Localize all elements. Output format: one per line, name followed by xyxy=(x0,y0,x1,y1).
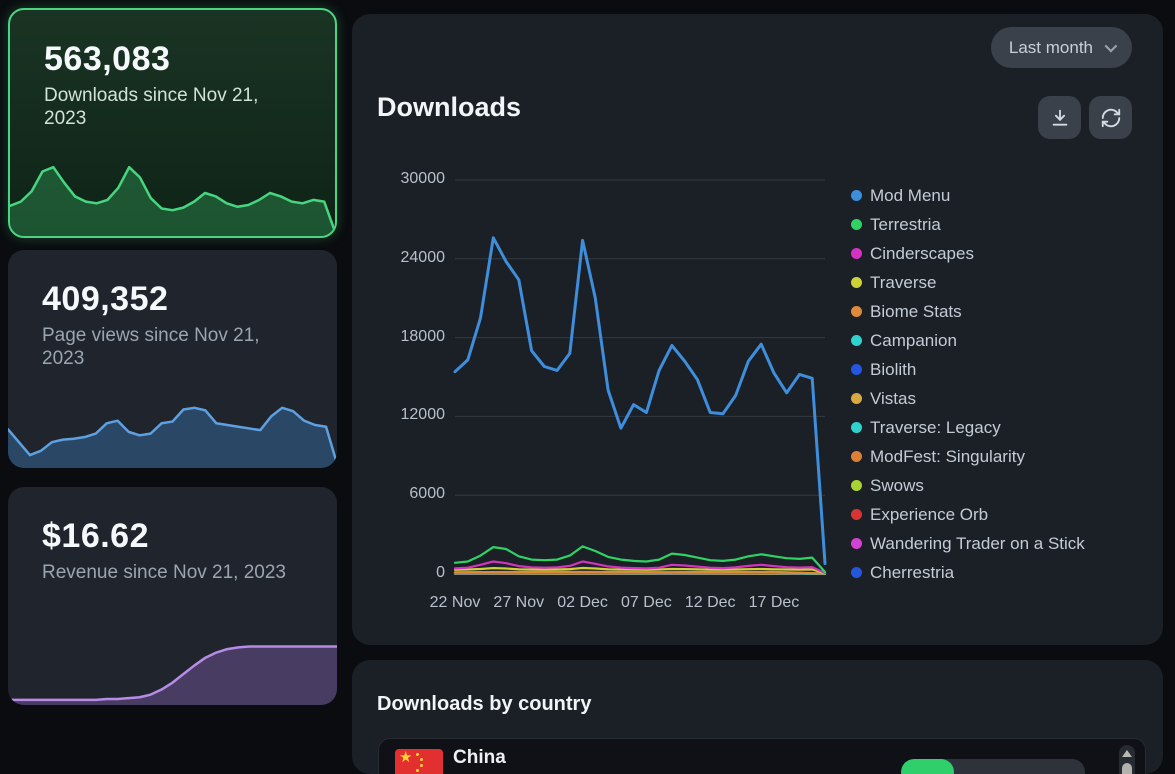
refresh-button[interactable] xyxy=(1089,96,1132,139)
x-tick-label: 22 Nov xyxy=(430,594,481,612)
y-tick-label: 18000 xyxy=(401,328,446,346)
scroll-up-icon[interactable] xyxy=(1122,750,1132,757)
legend-dot-icon xyxy=(851,364,862,375)
legend-label: Swows xyxy=(870,476,924,496)
x-tick-label: 27 Nov xyxy=(493,594,544,612)
period-selector-dropdown[interactable]: Last month xyxy=(991,27,1132,68)
legend-label: Campanion xyxy=(870,331,957,351)
legend-item[interactable]: Campanion xyxy=(851,326,1085,355)
legend-dot-icon xyxy=(851,306,862,317)
legend-label: Experience Orb xyxy=(870,505,988,525)
legend-item[interactable]: Biolith xyxy=(851,355,1085,384)
legend-label: Wandering Trader on a Stick xyxy=(870,534,1085,554)
legend-item[interactable]: Traverse: Legacy xyxy=(851,413,1085,442)
legend-label: Traverse xyxy=(870,273,936,293)
stat-card-revenue: $16.62 Revenue since Nov 21, 2023 xyxy=(8,487,337,705)
x-axis-labels: 22 Nov27 Nov02 Dec07 Dec12 Dec17 Dec xyxy=(455,594,825,616)
legend-item[interactable]: Swows xyxy=(851,471,1085,500)
y-tick-label: 30000 xyxy=(401,170,446,188)
legend-dot-icon xyxy=(851,422,862,433)
legend-item[interactable]: Cinderscapes xyxy=(851,239,1085,268)
country-name: China xyxy=(453,747,506,769)
y-tick-label: 6000 xyxy=(409,485,445,503)
legend-item[interactable]: Mod Menu xyxy=(851,181,1085,210)
legend-label: Cherrestria xyxy=(870,563,954,583)
revenue-sparkline xyxy=(8,619,337,705)
downloads-total: 563,083 xyxy=(44,40,301,79)
country-panel: Downloads by country ★ China xyxy=(352,660,1163,774)
legend-item[interactable]: Vistas xyxy=(851,384,1085,413)
x-tick-label: 12 Dec xyxy=(685,594,736,612)
pageviews-total-label: Page views since Nov 21, 2023 xyxy=(42,324,303,370)
chart-legend: Mod Menu Terrestria Cinderscapes Traverse Bi… xyxy=(851,181,1085,587)
flag-star-icon: ★ xyxy=(399,749,412,766)
downloads-panel-title: Downloads xyxy=(377,92,521,123)
pageviews-sparkline xyxy=(8,382,337,468)
legend-dot-icon xyxy=(851,509,862,520)
chevron-down-icon xyxy=(1105,40,1118,53)
legend-dot-icon xyxy=(851,538,862,549)
period-selector-label: Last month xyxy=(1009,38,1093,58)
country-list[interactable]: ★ China xyxy=(378,738,1146,774)
legend-item[interactable]: Wandering Trader on a Stick xyxy=(851,529,1085,558)
legend-dot-icon xyxy=(851,190,862,201)
legend-dot-icon xyxy=(851,219,862,230)
legend-dot-icon xyxy=(851,480,862,491)
legend-label: Terrestria xyxy=(870,215,941,235)
downloads-line-chart xyxy=(455,180,825,574)
legend-label: Vistas xyxy=(870,389,916,409)
downloads-panel: Last month Downloads 0 6000 12000 18000 2400… xyxy=(352,14,1163,645)
x-tick-label: 17 Dec xyxy=(749,594,800,612)
legend-item[interactable]: Cherrestria xyxy=(851,558,1085,587)
country-progress-fill xyxy=(901,759,954,774)
country-panel-title: Downloads by country xyxy=(377,693,591,716)
revenue-total-label: Revenue since Nov 21, 2023 xyxy=(42,561,303,584)
pageviews-total: 409,352 xyxy=(42,280,303,319)
legend-item[interactable]: Biome Stats xyxy=(851,297,1085,326)
legend-item[interactable]: Terrestria xyxy=(851,210,1085,239)
legend-label: Biome Stats xyxy=(870,302,962,322)
china-flag-icon: ★ xyxy=(395,749,443,774)
x-tick-label: 02 Dec xyxy=(557,594,608,612)
legend-dot-icon xyxy=(851,393,862,404)
export-button[interactable] xyxy=(1038,96,1081,139)
downloads-sparkline xyxy=(10,150,335,236)
legend-item[interactable]: Traverse xyxy=(851,268,1085,297)
y-axis-labels: 0600012000180002400030000 xyxy=(382,180,445,574)
revenue-total: $16.62 xyxy=(42,517,303,556)
legend-dot-icon xyxy=(851,248,862,259)
legend-item[interactable]: Experience Orb xyxy=(851,500,1085,529)
country-progress-track xyxy=(901,759,1085,774)
stat-card-pageviews: 409,352 Page views since Nov 21, 2023 xyxy=(8,250,337,468)
refresh-icon xyxy=(1100,107,1122,129)
legend-dot-icon xyxy=(851,277,862,288)
y-tick-label: 0 xyxy=(436,564,445,582)
download-icon xyxy=(1049,107,1071,129)
legend-label: Cinderscapes xyxy=(870,244,974,264)
x-tick-label: 07 Dec xyxy=(621,594,672,612)
legend-label: Traverse: Legacy xyxy=(870,418,1001,438)
legend-label: Biolith xyxy=(870,360,916,380)
legend-dot-icon xyxy=(851,567,862,578)
scrollbar-thumb[interactable] xyxy=(1122,763,1132,774)
legend-item[interactable]: ModFest: Singularity xyxy=(851,442,1085,471)
legend-label: Mod Menu xyxy=(870,186,950,206)
y-tick-label: 12000 xyxy=(401,406,446,424)
legend-label: ModFest: Singularity xyxy=(870,447,1025,467)
stat-card-downloads: 563,083 Downloads since Nov 21, 2023 xyxy=(8,8,337,238)
legend-dot-icon xyxy=(851,451,862,462)
y-tick-label: 24000 xyxy=(401,249,446,267)
legend-dot-icon xyxy=(851,335,862,346)
downloads-total-label: Downloads since Nov 21, 2023 xyxy=(44,84,301,130)
country-list-scrollbar[interactable] xyxy=(1119,745,1135,774)
